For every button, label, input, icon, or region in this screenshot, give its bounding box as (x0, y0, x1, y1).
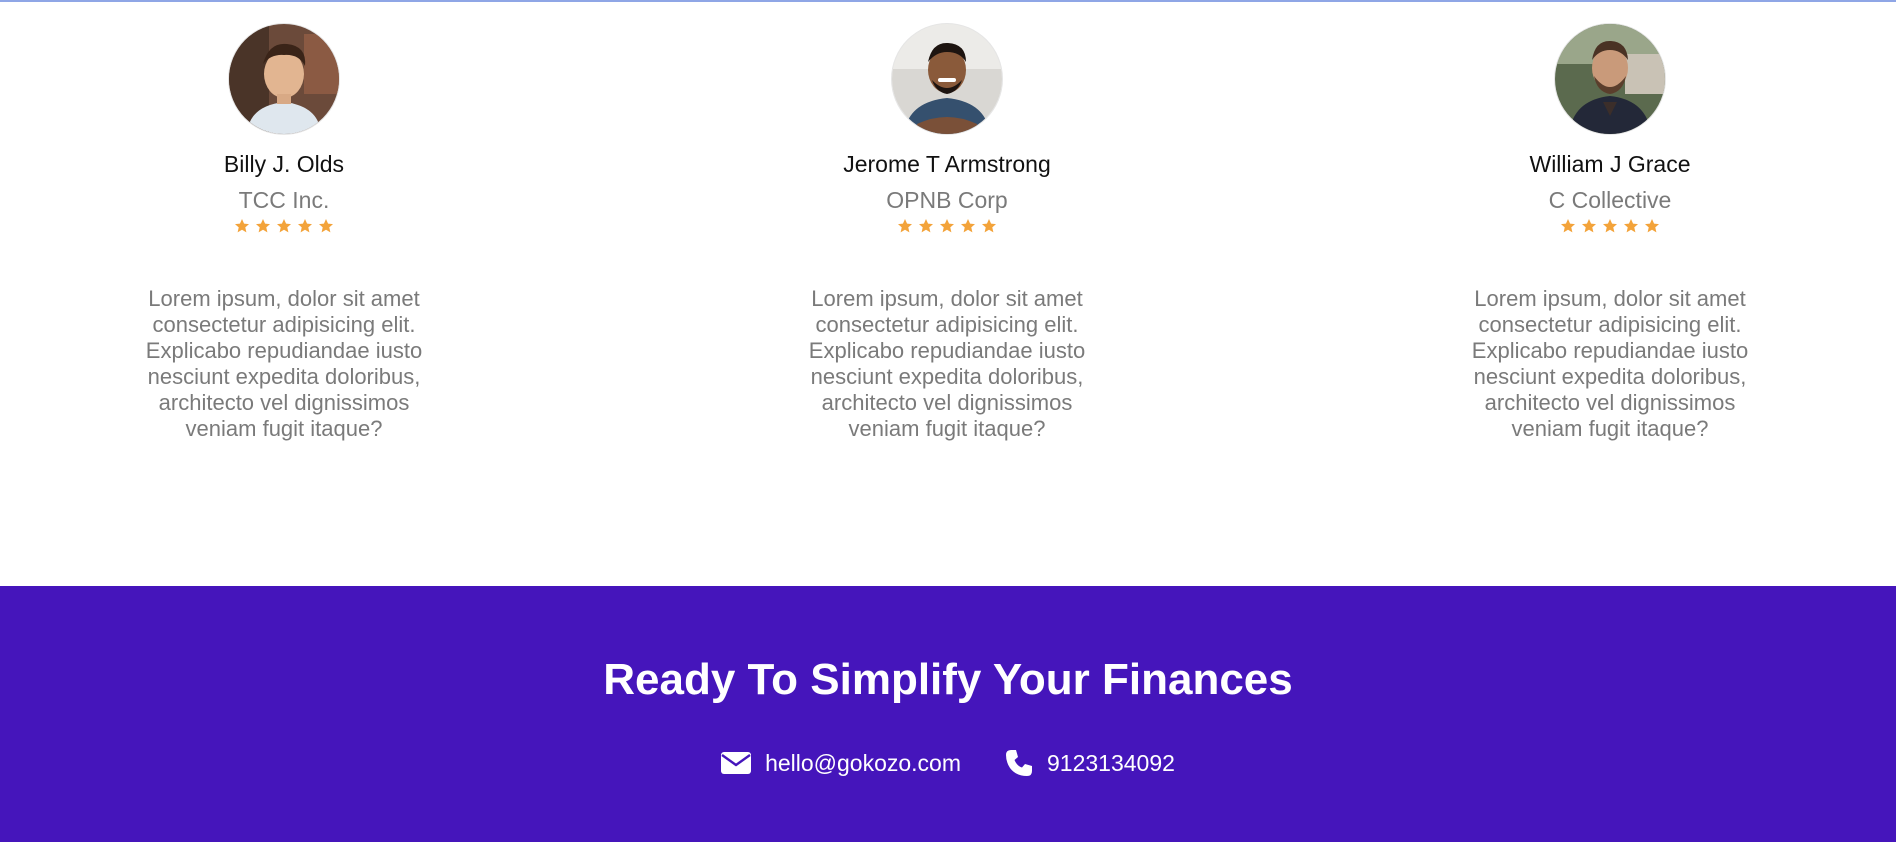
star-rating (737, 218, 1157, 240)
testimonial-card: Jerome T Armstrong OPNB Corp Lorem ipsum… (737, 24, 1157, 442)
email-link[interactable]: hello@gokozo.com (721, 748, 961, 778)
phone-link[interactable]: 9123134092 (1005, 748, 1175, 778)
star-icon (960, 218, 976, 240)
phone-text: 9123134092 (1047, 750, 1175, 776)
email-text: hello@gokozo.com (765, 750, 962, 776)
top-border (0, 0, 1896, 2)
page: Billy J. Olds TCC Inc. Lorem ipsum, dolo… (0, 0, 1896, 842)
star-rating (74, 218, 494, 240)
star-icon (897, 218, 913, 240)
testimonial-name: Jerome T Armstrong (843, 151, 1051, 177)
star-icon (939, 218, 955, 240)
testimonial-card: Billy J. Olds TCC Inc. Lorem ipsum, dolo… (74, 24, 494, 442)
star-icon (276, 218, 292, 240)
star-icon (234, 218, 250, 240)
testimonial-quote: Lorem ipsum, dolor sit amet consectetur … (145, 286, 423, 441)
star-icon (318, 218, 334, 240)
envelope-icon (721, 752, 752, 774)
testimonial-company: OPNB Corp (886, 187, 1008, 213)
avatar (1555, 24, 1665, 134)
star-icon (255, 218, 271, 240)
avatar (892, 24, 1002, 134)
star-icon (1581, 218, 1597, 240)
testimonial-card: William J Grace C Collective Lorem ipsum… (1400, 24, 1820, 442)
avatar (229, 24, 339, 134)
testimonial-company: TCC Inc. (238, 187, 330, 213)
star-icon (1644, 218, 1660, 240)
testimonials-section: Billy J. Olds TCC Inc. Lorem ipsum, dolo… (0, 0, 1896, 586)
cta-section (0, 586, 1896, 842)
testimonial-name: William J Grace (1529, 151, 1691, 177)
contact-row: hello@gokozo.com 9123134092 (0, 748, 1896, 778)
testimonial-quote: Lorem ipsum, dolor sit amet consectetur … (1471, 286, 1749, 441)
cta-title: Ready To Simplify Your Finances (603, 655, 1293, 704)
testimonial-name: Billy J. Olds (223, 151, 345, 177)
testimonial-company: C Collective (1548, 187, 1672, 213)
star-icon (1602, 218, 1618, 240)
testimonial-quote: Lorem ipsum, dolor sit amet consectetur … (808, 286, 1086, 441)
star-icon (297, 218, 313, 240)
star-icon (918, 218, 934, 240)
star-icon (1623, 218, 1639, 240)
star-icon (1560, 218, 1576, 240)
phone-icon (1005, 749, 1033, 777)
star-rating (1400, 218, 1820, 240)
star-icon (981, 218, 997, 240)
